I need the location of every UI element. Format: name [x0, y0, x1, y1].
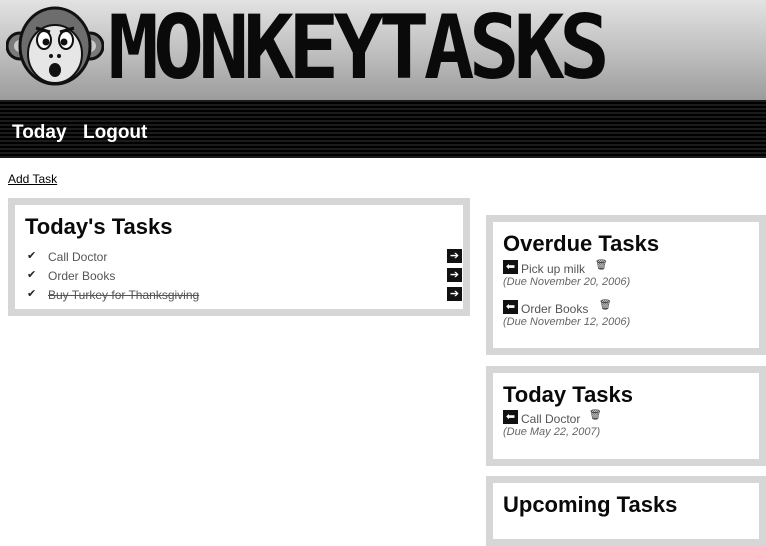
check-icon[interactable]: ✔ [27, 268, 36, 281]
nav-logout-link[interactable]: Logout [83, 122, 147, 144]
nav-today-link[interactable]: Today [12, 122, 67, 144]
trash-icon[interactable]: 🗑 [599, 300, 612, 311]
today-tasks-title: Today Tasks [503, 382, 634, 407]
task-name: Call Doctor [521, 412, 581, 426]
trash-icon[interactable]: 🗑 [595, 260, 608, 271]
task-row: ✔ Order Books ➔ [27, 268, 462, 286]
due-date: (Due November 20, 2006) [503, 276, 631, 288]
overdue-tasks-panel: Overdue Tasks ⬅ Pick up milk 🗑 (Due Nove… [486, 215, 766, 355]
due-date: (Due May 22, 2007) [503, 426, 601, 438]
trash-icon[interactable]: 🗑 [589, 410, 602, 421]
check-icon[interactable]: ✔ [27, 287, 36, 300]
arrow-right-icon[interactable]: ➔ [447, 268, 462, 282]
today-tasks-panel: Today Tasks ⬅ Call Doctor 🗑 (Due May 22,… [486, 366, 766, 466]
task-name-completed: Buy Turkey for Thanksgiving [48, 288, 200, 302]
arrow-right-icon[interactable]: ➔ [447, 249, 462, 263]
todays-tasks-title: Today's Tasks [25, 214, 173, 239]
arrow-left-icon[interactable]: ⬅ [503, 260, 518, 274]
task-name: Call Doctor [48, 250, 108, 264]
task-name: Pick up milk [521, 262, 586, 276]
nav-bar: Today Logout [0, 100, 766, 158]
upcoming-tasks-panel: Upcoming Tasks [486, 476, 766, 546]
monkey-logo-icon [6, 6, 104, 86]
due-date: (Due November 12, 2006) [503, 316, 631, 328]
brand-title: MONKEYTASKS [108, 0, 610, 99]
check-icon[interactable]: ✔ [27, 249, 36, 262]
todays-tasks-panel: Today's Tasks ✔ Call Doctor ➔ ✔ Order Bo… [8, 198, 470, 316]
upcoming-tasks-title: Upcoming Tasks [503, 492, 678, 517]
task-row: ✔ Call Doctor ➔ [27, 249, 462, 267]
add-task-link[interactable]: Add Task [8, 172, 57, 186]
arrow-left-icon[interactable]: ⬅ [503, 410, 518, 424]
task-row: ✔ Buy Turkey for Thanksgiving ➔ [27, 287, 462, 305]
header-banner: MONKEYTASKS [0, 0, 766, 100]
arrow-right-icon[interactable]: ➔ [447, 287, 462, 301]
task-name: Order Books [521, 302, 589, 316]
task-name: Order Books [48, 269, 116, 283]
arrow-left-icon[interactable]: ⬅ [503, 300, 518, 314]
overdue-tasks-title: Overdue Tasks [503, 231, 660, 256]
